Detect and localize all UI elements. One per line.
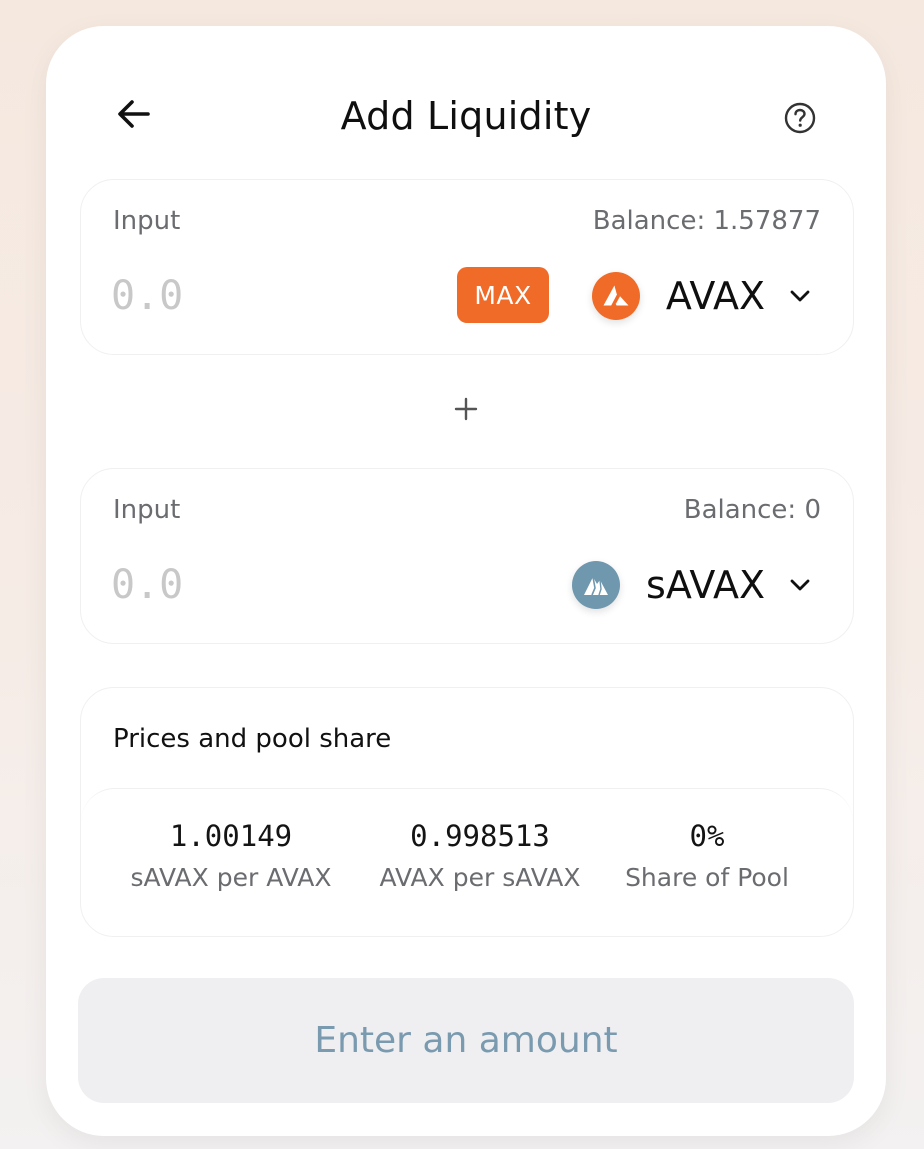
amount-input-savax[interactable] [111, 557, 411, 613]
prices-title: Prices and pool share [113, 724, 392, 754]
input-label: Input [113, 206, 181, 236]
balance-label: Balance: 0 [683, 495, 821, 525]
prices-grid: 1.00149 sAVAX per AVAX 0.998513 AVAX per… [81, 788, 853, 936]
price-label: Share of Pool [625, 863, 789, 892]
input-label: Input [113, 495, 181, 525]
plus-icon [451, 394, 481, 424]
header: Add Liquidity [46, 86, 886, 152]
help-button[interactable] [780, 98, 820, 138]
page-title: Add Liquidity [340, 94, 592, 138]
chevron-down-icon [787, 283, 813, 309]
price-value: 0% [689, 819, 725, 853]
price-value: 1.00149 [169, 819, 293, 853]
amount-input-avax[interactable] [111, 268, 411, 324]
chevron-down-icon [787, 572, 813, 598]
enter-amount-button[interactable]: Enter an amount [78, 978, 854, 1103]
price-item: 0.998513 AVAX per sAVAX [360, 819, 600, 892]
add-liquidity-card: Add Liquidity Input Balance: 1.57877 MAX… [46, 26, 886, 1136]
price-item: 0% Share of Pool [587, 819, 827, 892]
avax-logo-icon [591, 272, 640, 320]
input-panel-avax: Input Balance: 1.57877 MAX AVAX [80, 179, 854, 355]
max-button[interactable]: MAX [457, 267, 549, 323]
savax-logo-icon [572, 561, 621, 609]
price-label: sAVAX per AVAX [130, 863, 332, 892]
price-label: AVAX per sAVAX [379, 863, 581, 892]
balance-label: Balance: 1.57877 [592, 206, 821, 236]
price-value: 0.998513 [410, 819, 550, 853]
token-select-avax[interactable]: AVAX [591, 268, 813, 324]
input-panel-savax: Input Balance: 0 sAVAX [80, 468, 854, 644]
token-select-savax[interactable]: sAVAX [572, 557, 813, 613]
question-circle-icon [784, 102, 816, 134]
token-name: AVAX [665, 274, 765, 318]
token-name: sAVAX [646, 563, 765, 607]
prices-panel: Prices and pool share 1.00149 sAVAX per … [80, 687, 854, 937]
price-item: 1.00149 sAVAX per AVAX [111, 819, 351, 892]
